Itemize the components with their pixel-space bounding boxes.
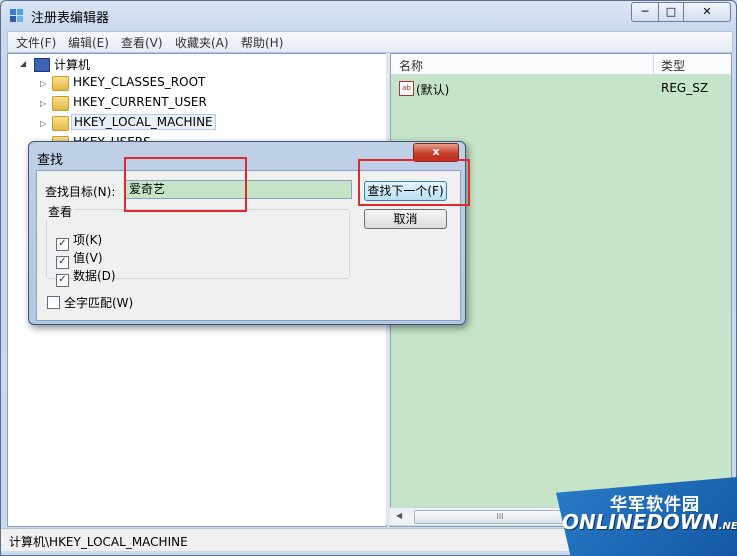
- menu-bar: 文件(F) 编辑(E) 查看(V) 收藏夹(A) 帮助(H): [7, 31, 733, 53]
- collapse-icon[interactable]: ◢: [20, 59, 26, 68]
- checkbox-icon[interactable]: ✓: [56, 274, 69, 287]
- watermark-net: .NET: [718, 521, 737, 532]
- watermark-en: ONLINEDOWN.NET: [562, 510, 737, 534]
- checkbox-icon[interactable]: [47, 296, 60, 309]
- folder-icon: [52, 96, 69, 111]
- checkbox-whole-word[interactable]: 全字匹配(W): [47, 294, 133, 311]
- list-item[interactable]: ab (默认) REG_SZ: [391, 80, 731, 98]
- folder-icon: [52, 116, 69, 131]
- value-name: (默认): [416, 83, 450, 97]
- window-title: 注册表编辑器: [31, 11, 110, 26]
- look-at-label: 查看: [46, 203, 75, 220]
- scroll-thumb[interactable]: III: [414, 510, 586, 524]
- checkbox-whole-word-label: 全字匹配(W): [64, 296, 134, 310]
- close-icon: ✕: [702, 5, 712, 18]
- registry-editor-icon: [10, 9, 23, 22]
- expand-icon[interactable]: ▷: [40, 119, 46, 128]
- expand-icon[interactable]: ▷: [40, 79, 46, 88]
- checkbox-values[interactable]: ✓ 值(V): [56, 249, 103, 269]
- expand-icon[interactable]: ▷: [40, 99, 46, 108]
- folder-icon: [52, 76, 69, 91]
- string-value-icon: ab: [399, 81, 414, 96]
- column-divider[interactable]: [653, 54, 654, 74]
- checkbox-keys-label: 项(K): [73, 233, 103, 247]
- cancel-button[interactable]: 取消: [364, 209, 447, 229]
- highlight-box: [358, 159, 470, 206]
- watermark-en-text: ONLINEDOWN: [562, 510, 719, 534]
- menu-edit[interactable]: 编辑(E): [68, 34, 109, 51]
- checkbox-data[interactable]: ✓ 数据(D): [56, 267, 116, 287]
- status-path: 计算机\HKEY_LOCAL_MACHINE: [9, 535, 188, 549]
- tree-item-computer[interactable]: 计算机: [54, 56, 90, 73]
- menu-view[interactable]: 查看(V): [121, 34, 163, 51]
- maximize-icon: □: [665, 5, 677, 18]
- highlight-box: [124, 157, 247, 212]
- value-type: REG_SZ: [661, 81, 709, 95]
- close-icon: x: [432, 145, 440, 158]
- tree-item-hkcr[interactable]: HKEY_CLASSES_ROOT: [73, 75, 205, 89]
- find-what-label: 查找目标(N):: [45, 185, 116, 199]
- tree-item-hkcu[interactable]: HKEY_CURRENT_USER: [73, 95, 207, 109]
- computer-icon: [34, 58, 50, 72]
- minimize-button[interactable]: ─: [631, 2, 659, 22]
- title-bar[interactable]: 注册表编辑器 ─ □ ✕: [1, 1, 736, 29]
- checkbox-values-label: 值(V): [73, 251, 103, 265]
- minimize-icon: ─: [641, 5, 649, 18]
- list-header: 名称 类型: [391, 54, 731, 75]
- column-type[interactable]: 类型: [661, 57, 685, 74]
- column-name[interactable]: 名称: [399, 57, 423, 74]
- dialog-title: 查找: [37, 153, 64, 168]
- menu-favorites[interactable]: 收藏夹(A): [175, 34, 229, 51]
- scroll-left-icon[interactable]: ◀: [396, 511, 402, 520]
- checkbox-data-label: 数据(D): [73, 269, 116, 283]
- tree-item-hklm[interactable]: HKEY_LOCAL_MACHINE: [71, 114, 216, 130]
- checkbox-keys[interactable]: ✓ 项(K): [56, 231, 102, 251]
- maximize-button[interactable]: □: [658, 2, 684, 22]
- menu-help[interactable]: 帮助(H): [241, 34, 283, 51]
- menu-file[interactable]: 文件(F): [16, 34, 56, 51]
- close-button[interactable]: ✕: [683, 2, 731, 22]
